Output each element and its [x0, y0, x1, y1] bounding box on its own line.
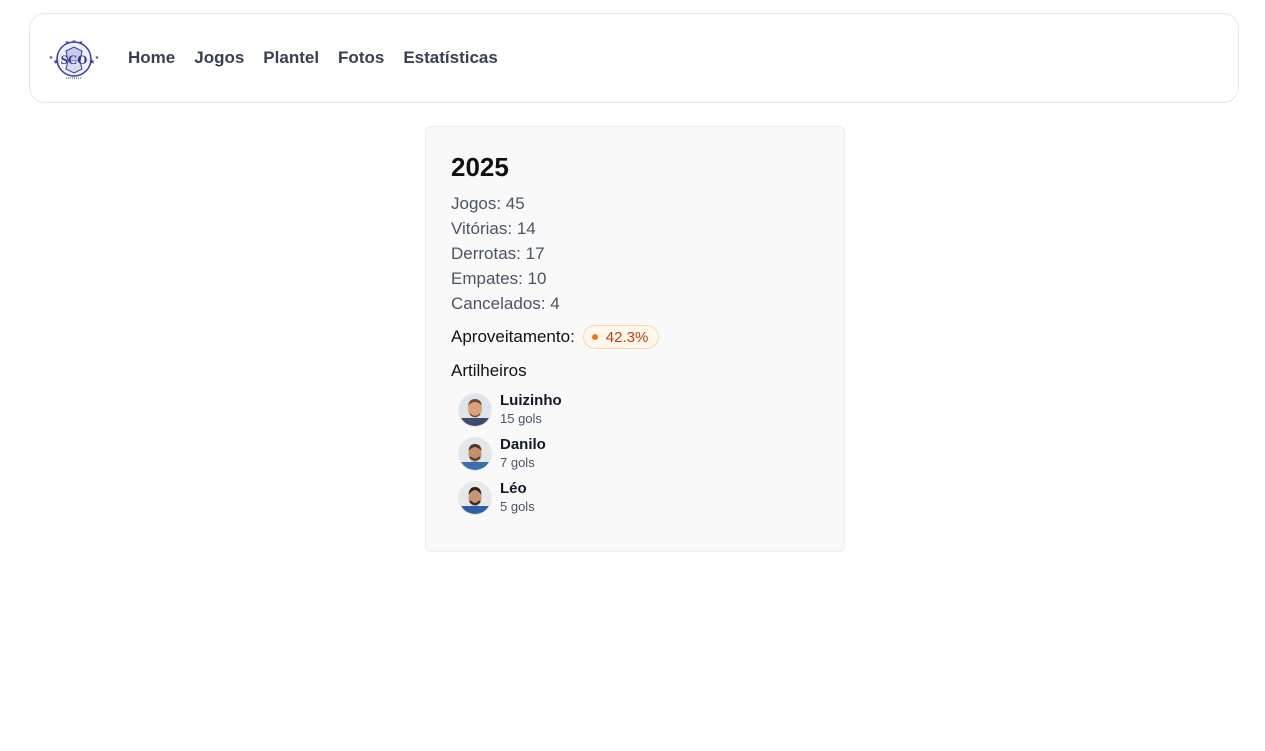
avatar	[458, 437, 492, 471]
season-year: 2025	[451, 152, 509, 182]
scorer-list: Luizinho 15 gols Danilo 7 gols Léo 5 gol…	[451, 388, 819, 520]
nav-link-jogos[interactable]: Jogos	[194, 48, 244, 68]
nav-links: Home Jogos Plantel Fotos Estatísticas	[128, 14, 517, 102]
svg-text:★: ★	[72, 39, 77, 45]
aproveitamento-label: Aproveitamento:	[451, 327, 575, 346]
scorer-name: Danilo	[500, 436, 546, 453]
stat-vitorias: Vitórias: 14	[451, 219, 536, 238]
aproveitamento-row: Aproveitamento: 42.3%	[451, 324, 819, 350]
artilheiros-title: Artilheiros	[451, 361, 527, 380]
svg-text:★: ★	[79, 40, 84, 46]
season-stats-list: Jogos: 45 Vitórias: 14 Derrotas: 17 Empa…	[451, 191, 819, 316]
scorer-info: Danilo 7 gols	[500, 436, 546, 472]
aproveitamento-value: 42.3%	[605, 328, 649, 346]
nav-link-estatisticas[interactable]: Estatísticas	[403, 48, 498, 68]
scorer-item: Léo 5 gols	[451, 476, 819, 520]
svg-text:★: ★	[49, 55, 54, 61]
avatar	[458, 393, 492, 427]
status-dot-icon	[591, 334, 598, 340]
scorer-name: Luizinho	[500, 392, 562, 409]
scorer-goals: 15 gols	[500, 411, 542, 426]
player-photo-icon	[459, 438, 491, 470]
svg-text:★: ★	[65, 40, 70, 46]
scorer-info: Léo 5 gols	[500, 480, 535, 516]
navbar: SCO ★ ★ ★ ★ ★ ★ ★ Home Jogos Plantel Fot…	[29, 13, 1239, 103]
stat-empates: Empates: 10	[451, 269, 547, 288]
player-photo-icon	[459, 394, 491, 426]
aproveitamento-badge: 42.3%	[582, 325, 660, 349]
season-stats-card: 2025 Jogos: 45 Vitórias: 14 Derrotas: 17…	[425, 126, 845, 552]
stat-jogos: Jogos: 45	[451, 194, 525, 213]
scorer-item: Danilo 7 gols	[451, 432, 819, 476]
scorer-item: Luizinho 15 gols	[451, 388, 819, 432]
nav-link-plantel[interactable]: Plantel	[263, 48, 319, 68]
svg-text:★: ★	[95, 55, 100, 61]
scorer-info: Luizinho 15 gols	[500, 392, 562, 428]
scorer-name: Léo	[500, 480, 527, 497]
player-photo-icon	[459, 482, 491, 514]
club-logo-icon: SCO ★ ★ ★ ★ ★ ★ ★	[49, 39, 100, 79]
stat-derrotas: Derrotas: 17	[451, 244, 545, 263]
svg-text:★: ★	[53, 58, 59, 66]
svg-text:SCO: SCO	[61, 52, 88, 67]
scorer-goals: 5 gols	[500, 499, 535, 514]
scorer-goals: 7 gols	[500, 455, 535, 470]
club-logo[interactable]: SCO ★ ★ ★ ★ ★ ★ ★	[48, 37, 100, 81]
nav-link-fotos[interactable]: Fotos	[338, 48, 384, 68]
avatar	[458, 481, 492, 515]
nav-link-home[interactable]: Home	[128, 48, 175, 68]
stat-cancelados: Cancelados: 4	[451, 294, 560, 313]
